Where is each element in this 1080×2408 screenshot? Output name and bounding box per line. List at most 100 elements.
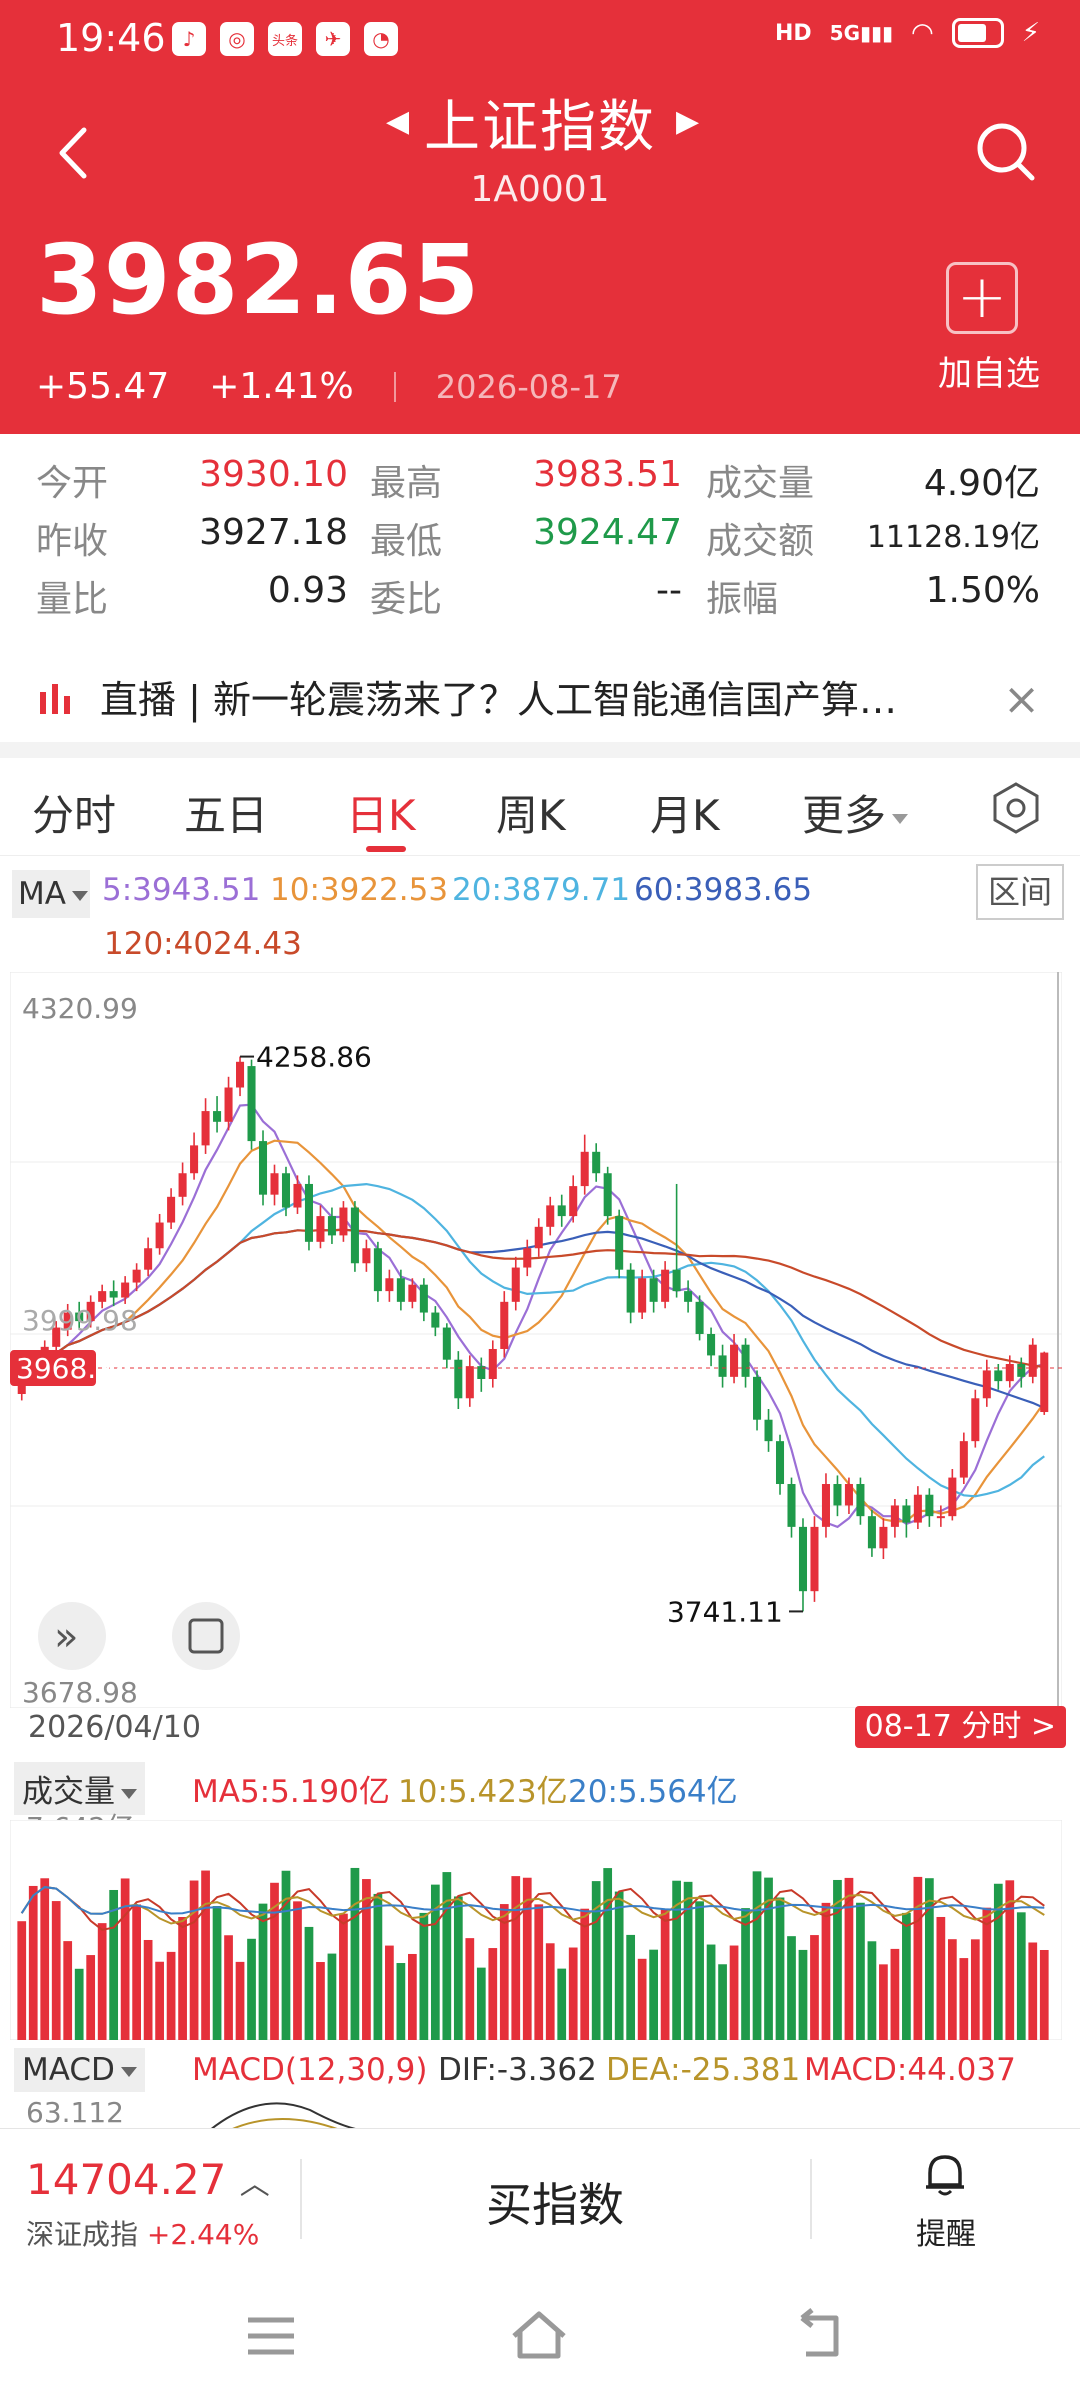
ma-selector[interactable]: MA (12, 870, 90, 918)
notification-icons: ♪ ◎ 头条 ✈ ◔ (172, 22, 398, 56)
back-nav-icon[interactable] (796, 2308, 850, 2362)
fenshi-button[interactable]: 08-17 分时 > (854, 1706, 1066, 1748)
volume-bar (40, 1878, 50, 2040)
macd-chart[interactable] (10, 2080, 1062, 2130)
tab-five-day[interactable]: 五日 (184, 782, 268, 843)
volume-bar (476, 1967, 486, 2040)
candle-body (741, 1344, 750, 1377)
ma-legend: MA 5:3943.51 10:3922.53 20:3879.71 60:39… (0, 860, 1080, 970)
volume-bar (545, 1943, 555, 2040)
stock-code: 1A0001 (470, 169, 610, 210)
candle-body (626, 1269, 635, 1313)
volume-bar (568, 1947, 578, 2040)
candle-body (959, 1441, 968, 1478)
kline-chart[interactable]: 3968.24 4320.99 3999.98 3678.98 4258.86 3741.… (10, 972, 1062, 1708)
chevron-down-icon (120, 2066, 137, 2077)
candle-body (764, 1419, 773, 1442)
close-icon[interactable]: × (1003, 674, 1040, 725)
y-axis-top: 4320.99 (22, 992, 138, 1025)
candle-body (442, 1327, 451, 1360)
candle-body (695, 1301, 704, 1334)
home-icon[interactable] (508, 2308, 570, 2362)
buy-index-button[interactable]: 买指数 (486, 2169, 624, 2235)
prev-stock-arrow-icon[interactable]: ◀ (386, 104, 409, 139)
candle-body (982, 1370, 991, 1399)
volume-bar (247, 1938, 256, 2040)
related-index-value[interactable]: 14704.27 ︿ (26, 2155, 270, 2204)
add-watchlist-label[interactable]: 加自选 (938, 346, 1040, 395)
weibo-icon: ◎ (220, 22, 254, 56)
bell-icon[interactable] (922, 2151, 968, 2199)
tab-week-k[interactable]: 周K (496, 782, 566, 843)
candle-body (1028, 1344, 1037, 1377)
volume-bar (729, 1945, 739, 2040)
candle-body (224, 1087, 233, 1122)
candle-body (281, 1173, 291, 1208)
candle-body (121, 1282, 130, 1298)
candle-body (569, 1186, 578, 1217)
candle-body (167, 1196, 176, 1223)
volume-bar (17, 1921, 27, 2040)
menu-icon[interactable] (244, 2314, 298, 2358)
app-root: 19:46 ♪ ◎ 头条 ✈ ◔ HD 5G▮▮▮ ◠ ⚡ ◀ 上证指数 ▶ 1… (0, 0, 1080, 2408)
ma10-value: 10:3922.53 (270, 872, 449, 908)
quote-header: 19:46 ♪ ◎ 头条 ✈ ◔ HD 5G▮▮▮ ◠ ⚡ ◀ 上证指数 ▶ 1… (0, 0, 1080, 434)
volume-bar (189, 1880, 199, 2040)
active-tab-indicator (366, 846, 406, 852)
volume-chart[interactable] (10, 1820, 1062, 2040)
telegram-icon: ✈ (316, 22, 350, 56)
price-change: +55.47 (36, 366, 170, 407)
volume-bar (1016, 1912, 1026, 2040)
tab-day-k[interactable]: 日K (346, 782, 416, 843)
candle-body (178, 1173, 187, 1197)
stat-value: 11128.19亿 (866, 520, 1040, 555)
volume-bar (63, 1941, 73, 2040)
candle-body (936, 1516, 945, 1519)
volume-bar (86, 1955, 96, 2040)
tab-more[interactable]: 更多 (802, 782, 909, 843)
next-stock-arrow-icon[interactable]: ▶ (676, 104, 699, 139)
battery-icon (951, 18, 1004, 48)
candle-body (948, 1477, 957, 1517)
candle-body (236, 1061, 245, 1088)
candle-body (592, 1151, 601, 1174)
tab-month-k[interactable]: 月K (650, 782, 720, 843)
volume-bar (557, 1968, 567, 2040)
candle-body (994, 1370, 1003, 1382)
volume-bar (51, 1901, 61, 2040)
candle-body (431, 1312, 440, 1328)
quote-date: 2026-08-17 (435, 367, 622, 406)
candle-body (327, 1216, 336, 1236)
volume-bar (511, 1876, 521, 2040)
volume-bar (603, 1868, 613, 2040)
news-banner[interactable]: 直播 | 新一轮震荡来了？人工智能通信国产算… × (0, 654, 1080, 738)
volume-bar (281, 1870, 291, 2040)
vol-ma5: MA5:5.190亿 (192, 1774, 390, 1810)
alert-label[interactable]: 提醒 (916, 2209, 976, 2253)
tab-fenshi[interactable]: 分时 (32, 782, 116, 843)
douyin-icon: ♪ (172, 22, 206, 56)
low-mark: 3741.11 (667, 1595, 783, 1628)
current-price: 3982.65 (36, 224, 481, 336)
volume-bar (741, 1908, 750, 2040)
candle-body (408, 1284, 417, 1302)
add-watchlist-button[interactable]: + (946, 262, 1018, 334)
candle-body (844, 1484, 853, 1506)
bottom-bar: 14704.27 ︿ 深证成指 +2.44% 买指数 提醒 (0, 2128, 1080, 2268)
signal-5g-icon: 5G▮▮▮ (829, 21, 894, 45)
volume-bar (155, 1961, 164, 2040)
candle-body (753, 1376, 762, 1420)
candle-body (672, 1269, 681, 1292)
search-icon[interactable] (970, 116, 1040, 186)
volume-bar (787, 1936, 796, 2040)
news-text[interactable]: 直播 | 新一轮震荡来了？人工智能通信国产算… (100, 669, 980, 724)
volume-bar (580, 1908, 590, 2040)
range-button[interactable]: 区间 (976, 864, 1064, 920)
y-axis-bottom: 3678.98 (22, 1676, 138, 1708)
settings-icon[interactable] (988, 780, 1044, 836)
stat-label: 量比 (36, 579, 109, 620)
volume-bar (178, 1916, 187, 2040)
volume-bar (947, 1939, 957, 2040)
ma120-value: 120:4024.43 (104, 926, 302, 962)
candle-body (833, 1484, 842, 1506)
